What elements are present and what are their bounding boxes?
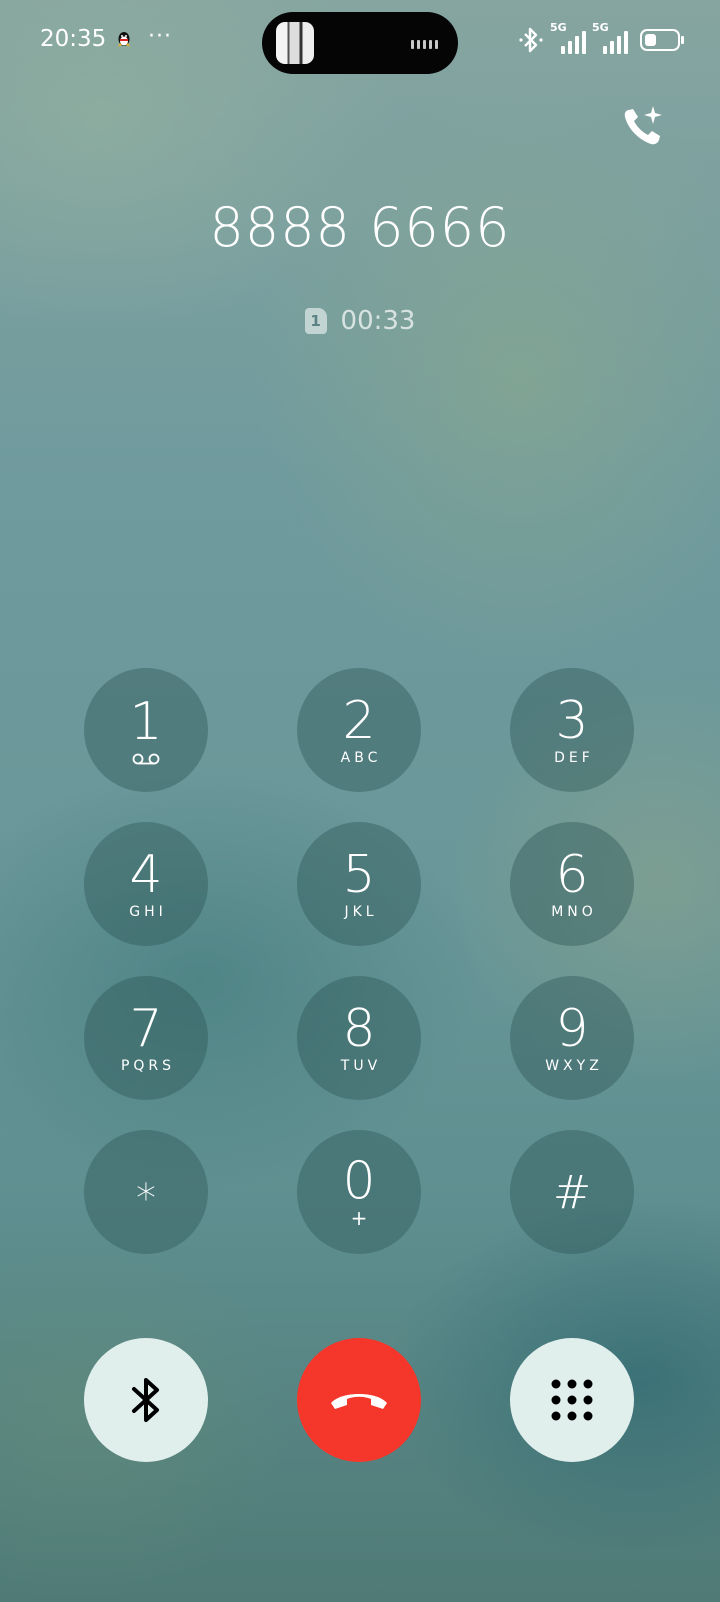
key-star[interactable]: * <box>84 1130 208 1254</box>
key-8[interactable]: 8 TUV <box>297 976 421 1100</box>
bluetooth-icon <box>132 1378 159 1422</box>
key-4[interactable]: 4 GHI <box>84 822 208 946</box>
end-call-button[interactable] <box>297 1338 421 1462</box>
key-1[interactable]: 1 <box>84 668 208 792</box>
key-6[interactable]: 6 MNO <box>510 822 634 946</box>
key-5[interactable]: 5 JKL <box>297 822 421 946</box>
status-time: 20:35 <box>40 26 107 52</box>
keypad-icon <box>551 1379 593 1421</box>
status-bar: 20:35 ··· 5G 5G <box>0 0 720 82</box>
bluetooth-status-icon <box>519 27 543 53</box>
keypad-toggle-button[interactable] <box>510 1338 634 1462</box>
phone-number: 8888 6666 <box>209 196 511 259</box>
more-notifications-icon: ··· <box>148 24 172 49</box>
sim-card-icon: 1 <box>304 308 327 334</box>
media-thumbnail <box>276 22 314 64</box>
signal-icon-sim2: 5G <box>592 21 628 56</box>
key-2[interactable]: 2 ABC <box>297 668 421 792</box>
key-hash[interactable]: # <box>510 1130 634 1254</box>
qq-icon <box>118 32 130 47</box>
status-indicators: 5G 5G <box>518 21 684 58</box>
battery-icon <box>640 29 684 51</box>
audio-wave-icon <box>411 40 438 49</box>
key-0[interactable]: 0 + <box>297 1130 421 1254</box>
call-duration: 00:33 <box>340 306 416 336</box>
key-3[interactable]: 3 DEF <box>510 668 634 792</box>
bluetooth-audio-button[interactable] <box>84 1338 208 1462</box>
dynamic-island[interactable] <box>262 12 458 74</box>
key-9[interactable]: 9 WXYZ <box>510 976 634 1100</box>
add-call-icon[interactable] <box>620 104 666 150</box>
signal-icon-sim1: 5G <box>550 21 586 56</box>
end-call-icon <box>331 1394 387 1409</box>
call-duration-row: 1 00:33 <box>0 306 720 336</box>
battery-level <box>645 34 656 46</box>
voicemail-icon <box>132 753 160 765</box>
key-7[interactable]: 7 PQRS <box>84 976 208 1100</box>
